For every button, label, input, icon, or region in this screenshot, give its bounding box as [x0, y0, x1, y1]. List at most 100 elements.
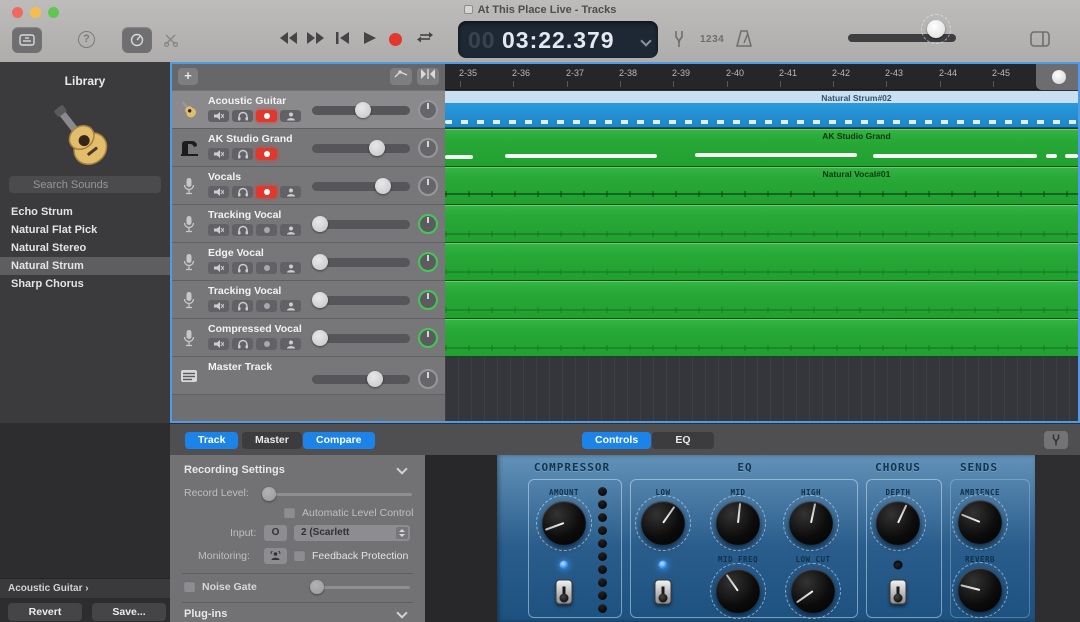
volume-knob[interactable]	[369, 140, 385, 156]
input-monitoring-button[interactable]	[280, 262, 301, 274]
input-monitoring-button[interactable]	[280, 338, 301, 350]
volume-knob[interactable]	[312, 216, 328, 232]
solo-button[interactable]	[232, 110, 253, 122]
volume-knob[interactable]	[312, 254, 328, 270]
master-volume-slider[interactable]	[848, 34, 956, 42]
feedback-protection-checkbox[interactable]	[294, 550, 305, 561]
compressor-power-switch[interactable]	[556, 580, 573, 605]
sends-ambience-knob[interactable]	[958, 500, 1002, 544]
quick-help-button[interactable]: ?	[78, 31, 95, 48]
tab-master[interactable]: Master	[242, 432, 302, 449]
play-button[interactable]	[364, 31, 376, 49]
tuner-footer-button[interactable]	[1044, 431, 1068, 449]
volume-slider[interactable]	[312, 296, 410, 305]
record-level-slider[interactable]	[264, 493, 412, 496]
count-in-button[interactable]: 1234	[700, 34, 724, 45]
eq-mid-knob[interactable]	[716, 501, 760, 545]
volume-knob[interactable]	[375, 178, 391, 194]
collapse-chevron-icon[interactable]	[396, 607, 407, 618]
tab-controls[interactable]: Controls	[582, 432, 651, 449]
cycle-button[interactable]	[417, 30, 433, 49]
chorus-depth-knob[interactable]	[876, 501, 920, 545]
record-enable-button[interactable]	[256, 186, 277, 198]
record-level-knob[interactable]	[262, 487, 276, 501]
record-enable-button[interactable]	[256, 262, 277, 274]
region-natural-strum[interactable]: Natural Strum#02	[445, 91, 1078, 129]
volume-slider[interactable]	[312, 334, 410, 343]
volume-slider[interactable]	[312, 220, 410, 229]
volume-knob[interactable]	[367, 371, 383, 387]
auto-level-checkbox[interactable]	[284, 507, 295, 518]
mute-button[interactable]	[208, 148, 229, 160]
volume-knob[interactable]	[312, 330, 328, 346]
eq-power-switch[interactable]	[655, 580, 672, 605]
automation-button[interactable]	[390, 68, 412, 85]
catch-playhead-button[interactable]	[417, 68, 439, 85]
timeline-area[interactable]: 2-35 2-36 2-37 2-38 2-39 2-40 2-41 2-42 …	[445, 64, 1078, 421]
region-ak-studio-grand[interactable]: AK Studio Grand	[445, 129, 1078, 167]
volume-knob[interactable]	[312, 292, 328, 308]
mute-button[interactable]	[208, 300, 229, 312]
tuner-button[interactable]	[672, 30, 686, 53]
library-toggle-button[interactable]	[12, 27, 42, 53]
tab-track[interactable]: Track	[185, 432, 238, 449]
compressor-amount-knob[interactable]	[542, 501, 586, 545]
volume-slider[interactable]	[312, 258, 410, 267]
library-item-selected[interactable]: Natural Strum	[0, 257, 170, 275]
record-enable-button[interactable]	[256, 338, 277, 350]
pan-knob[interactable]	[418, 252, 438, 272]
timeline-ruler[interactable]: 2-35 2-36 2-37 2-38 2-39 2-40 2-41 2-42 …	[445, 64, 1078, 90]
lcd-mode-chevron-icon[interactable]	[640, 35, 651, 46]
pan-knob[interactable]	[418, 138, 438, 158]
solo-button[interactable]	[232, 186, 253, 198]
empty-grid-area[interactable]	[445, 357, 1078, 421]
eq-mid-freq-knob[interactable]	[716, 569, 760, 613]
track-header-vocals[interactable]: Vocals	[172, 167, 445, 205]
eq-low-knob[interactable]	[641, 501, 685, 545]
volume-slider[interactable]	[312, 182, 410, 191]
solo-button[interactable]	[232, 148, 253, 160]
solo-button[interactable]	[232, 262, 253, 274]
record-enable-button[interactable]	[256, 110, 277, 122]
rewind-button[interactable]	[280, 31, 298, 49]
library-item[interactable]: Natural Stereo	[0, 239, 170, 257]
volume-slider-knob[interactable]	[927, 20, 945, 38]
track-header-tracking-vocal-1[interactable]: Tracking Vocal	[172, 205, 445, 243]
lcd-display[interactable]: 00 03:22.379	[458, 21, 658, 58]
noise-gate-slider[interactable]	[310, 586, 410, 589]
track-header-acoustic-guitar[interactable]: Acoustic Guitar	[172, 91, 445, 129]
record-enable-button[interactable]	[256, 300, 277, 312]
tab-compare[interactable]: Compare	[303, 432, 375, 449]
pan-knob[interactable]	[418, 290, 438, 310]
record-enable-button[interactable]	[256, 148, 277, 160]
volume-slider[interactable]	[312, 375, 410, 384]
pan-knob[interactable]	[418, 100, 438, 120]
mute-button[interactable]	[208, 110, 229, 122]
collapse-chevron-icon[interactable]	[396, 463, 407, 474]
editor-toggle-button[interactable]	[156, 27, 186, 53]
metronome-button[interactable]	[736, 30, 752, 52]
input-monitoring-button[interactable]	[280, 110, 301, 122]
track-header-master[interactable]: Master Track	[172, 357, 445, 395]
track-header-compressed-vocal[interactable]: Compressed Vocal	[172, 319, 445, 357]
library-item[interactable]: Natural Flat Pick	[0, 221, 170, 239]
volume-slider[interactable]	[312, 106, 410, 115]
sends-reverb-knob[interactable]	[958, 568, 1002, 612]
stepper-icon[interactable]	[396, 527, 408, 539]
mute-button[interactable]	[208, 262, 229, 274]
region-compressed-vocal[interactable]	[445, 319, 1078, 357]
search-sounds-input[interactable]	[9, 176, 161, 193]
input-source-select[interactable]: 2 (Scarlett	[294, 525, 410, 541]
media-browser-toggle-button[interactable]	[1030, 31, 1050, 52]
revert-button[interactable]: Revert	[8, 603, 82, 621]
pan-knob[interactable]	[418, 214, 438, 234]
record-button[interactable]	[389, 33, 402, 46]
solo-button[interactable]	[232, 300, 253, 312]
chorus-power-switch[interactable]	[890, 580, 907, 605]
zoom-slider[interactable]	[1036, 64, 1078, 90]
mute-button[interactable]	[208, 224, 229, 236]
smart-controls-toggle-button[interactable]	[122, 27, 152, 53]
monitoring-button[interactable]	[264, 548, 287, 564]
pan-knob[interactable]	[418, 176, 438, 196]
track-header-edge-vocal[interactable]: Edge Vocal	[172, 243, 445, 281]
